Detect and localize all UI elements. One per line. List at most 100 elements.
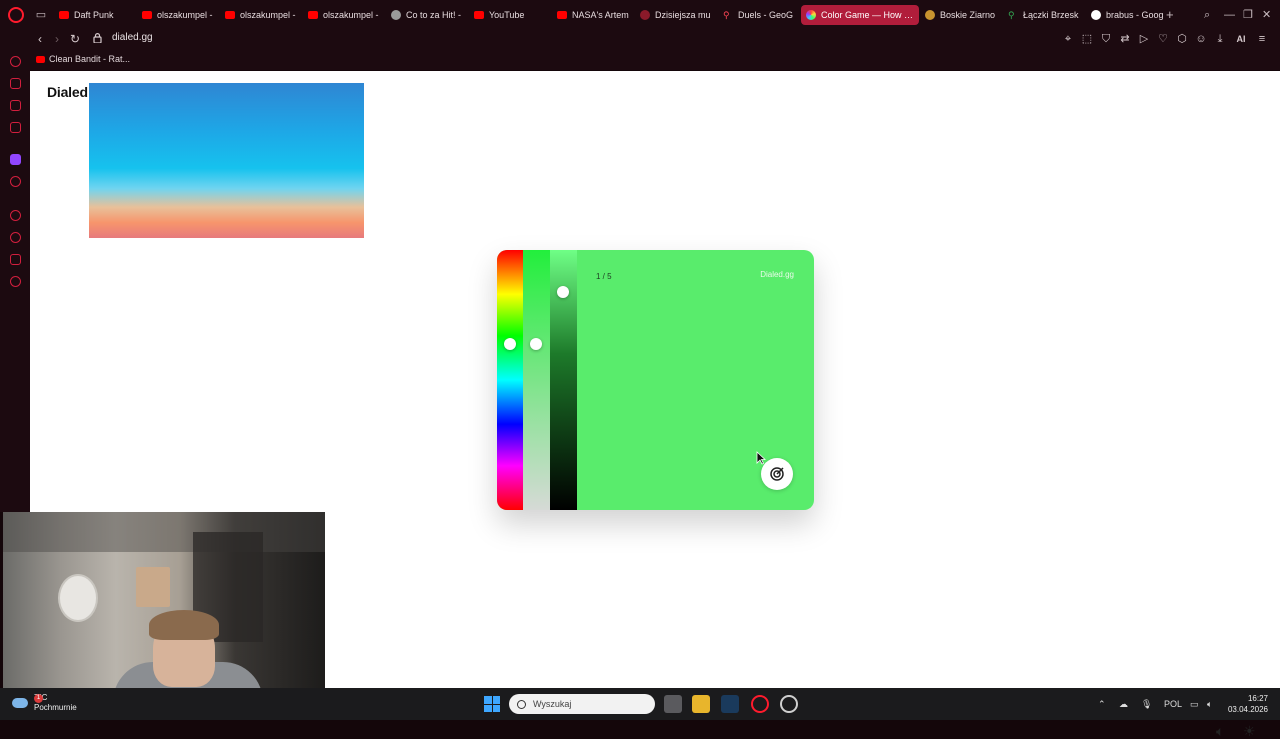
tab-5[interactable]: Co to za Hit! -: [386, 5, 468, 25]
opera-gx-taskbar-icon[interactable]: [780, 695, 798, 713]
tab-4[interactable]: olszakumpel -: [303, 5, 385, 25]
tab-13[interactable]: brabus - Goog: [1086, 5, 1168, 25]
player-icon[interactable]: [10, 210, 21, 221]
lock-icon: [93, 33, 102, 43]
snapshot-icon[interactable]: ⬚: [1081, 31, 1093, 47]
steam-icon[interactable]: [721, 695, 739, 713]
back-button[interactable]: ‹: [33, 31, 47, 47]
lightness-slider-handle[interactable]: [557, 285, 569, 298]
shopping-bag-icon[interactable]: [10, 78, 21, 89]
target-icon: [770, 467, 784, 481]
tab-2[interactable]: olszakumpel -: [137, 5, 219, 25]
saturation-slider-handle[interactable]: [530, 337, 542, 350]
opera-taskbar-icon[interactable]: [751, 695, 769, 713]
aria-ai-button[interactable]: AI: [1233, 31, 1249, 47]
music-icon[interactable]: [10, 122, 21, 133]
weather-description: Pochmurnie: [34, 703, 77, 712]
hue-slider[interactable]: [497, 250, 523, 510]
bookmarks-bar: Clean Bandit - Rat...: [0, 50, 1280, 70]
sky-preview-image: [89, 83, 364, 238]
tab-3[interactable]: olszakumpel -: [220, 5, 302, 25]
youtube-sidebar-icon[interactable]: [10, 176, 21, 187]
hue-slider-handle[interactable]: [504, 337, 516, 350]
toolbar-icons: ⌖ ⬚ ⛉ ⇄ ▷ ♡ ⬡ ☺ ⤓ AI ≡: [1062, 31, 1268, 47]
close-window-button[interactable]: ✕: [1262, 8, 1271, 22]
maps-pin-icon: ⚲: [1008, 10, 1015, 20]
file-explorer-icon[interactable]: [692, 695, 710, 713]
webcam-overlay: [3, 512, 325, 690]
theme-toggle-icon[interactable]: ☀︎: [1243, 723, 1259, 739]
extensions-icon[interactable]: ⬡: [1176, 31, 1188, 47]
weather-widget[interactable]: 1 7°C Pochmurnie: [12, 693, 77, 713]
color-game-card: 1 / 5 Dialed.gg: [497, 250, 814, 510]
tab-strip: ▭ Daft Punk olszakumpel - olszakumpel - ols…: [0, 0, 1280, 30]
pinboard-icon[interactable]: [10, 254, 21, 265]
twitch-icon[interactable]: [10, 154, 21, 165]
pin-icon[interactable]: ⌖: [1062, 31, 1074, 47]
search-tabs-icon[interactable]: ⌕: [1204, 8, 1210, 22]
speaker-icon[interactable]: 🔈︎: [1207, 697, 1212, 711]
saturation-slider[interactable]: [523, 250, 550, 510]
youtube-icon: [59, 11, 69, 19]
webcam-background: [3, 512, 325, 552]
tab-6[interactable]: YouTube: [469, 5, 551, 25]
youtube-icon: [36, 55, 45, 63]
tab-11[interactable]: Boskie Ziarno: [920, 5, 1002, 25]
webcam-poster: [136, 567, 170, 607]
tray-overflow-icon[interactable]: ⌃: [1098, 697, 1106, 711]
youtube-icon: [557, 11, 567, 19]
new-tab-button[interactable]: +: [1166, 8, 1174, 22]
tab-overview-icon[interactable]: ▭: [34, 8, 48, 22]
language-indicator[interactable]: POL: [1164, 697, 1182, 711]
tab-9[interactable]: ⚲ Duels - GeoG: [718, 5, 800, 25]
notification-badge: 1: [34, 694, 43, 703]
minimize-button[interactable]: —: [1224, 8, 1235, 22]
bookmark-item[interactable]: Clean Bandit - Rat...: [36, 54, 130, 64]
network-cloud-icon[interactable]: ☁︎: [1119, 697, 1128, 711]
clock[interactable]: 16:27 03.04.2026: [1228, 693, 1268, 715]
reload-button[interactable]: ↻: [68, 31, 82, 47]
maximize-button[interactable]: ❐: [1243, 8, 1253, 22]
mouse-cursor-icon: [756, 451, 766, 465]
search-icon: [517, 699, 526, 709]
tab-list: Daft Punk olszakumpel - olszakumpel - olsza…: [54, 5, 1169, 25]
youtube-icon: [142, 11, 152, 19]
volume-icon[interactable]: 🔈︎: [1216, 723, 1232, 739]
url-field[interactable]: dialed.gg: [112, 32, 153, 43]
display-icon[interactable]: ▭: [1190, 697, 1199, 711]
settings-gear-icon[interactable]: [10, 276, 21, 287]
opera-logo-icon[interactable]: [8, 7, 24, 23]
site-icon: [925, 10, 935, 20]
cloud-icon: [12, 698, 28, 708]
tab-1[interactable]: Daft Punk: [54, 5, 136, 25]
tab-7[interactable]: NASA's Artem: [552, 5, 634, 25]
geoguessr-icon: ⚲: [723, 10, 730, 20]
brand-watermark: Dialed.gg: [760, 270, 794, 279]
youtube-icon: [308, 11, 318, 19]
youtube-icon: [225, 11, 235, 19]
aria-icon[interactable]: [10, 56, 21, 67]
microphone-icon[interactable]: 🎙︎: [1141, 697, 1152, 711]
history-icon[interactable]: [10, 232, 21, 243]
site-icon: [640, 10, 650, 20]
menu-icon[interactable]: ≡: [1256, 31, 1268, 47]
webcam-fan: [58, 574, 98, 622]
tab-10[interactable]: Color Game — How Well: [801, 5, 919, 25]
translate-icon[interactable]: ⇄: [1119, 31, 1131, 47]
start-button[interactable]: [484, 696, 500, 712]
task-view-icon[interactable]: [664, 695, 682, 713]
webcam-person-hair: [149, 610, 219, 640]
forward-button[interactable]: ›: [50, 31, 64, 47]
site-title[interactable]: Dialed: [47, 84, 88, 100]
messenger-icon[interactable]: [10, 100, 21, 111]
youtube-icon: [474, 11, 484, 19]
tab-12[interactable]: ⚲ Łączki Brzesk: [1003, 5, 1085, 25]
download-icon[interactable]: ⤓: [1214, 31, 1226, 47]
profile-icon[interactable]: ☺: [1195, 31, 1207, 47]
vpn-shield-icon[interactable]: ⛉: [1100, 31, 1112, 47]
taskbar-search[interactable]: Wyszukaj: [509, 694, 655, 714]
heart-icon[interactable]: ♡: [1157, 31, 1169, 47]
play-icon[interactable]: ▷: [1138, 31, 1150, 47]
windows-taskbar: 1 7°C Pochmurnie Wyszukaj ⌃ ☁︎ 🎙︎ POL ▭ …: [0, 688, 1280, 720]
tab-8[interactable]: Dzisiejsza mu: [635, 5, 717, 25]
